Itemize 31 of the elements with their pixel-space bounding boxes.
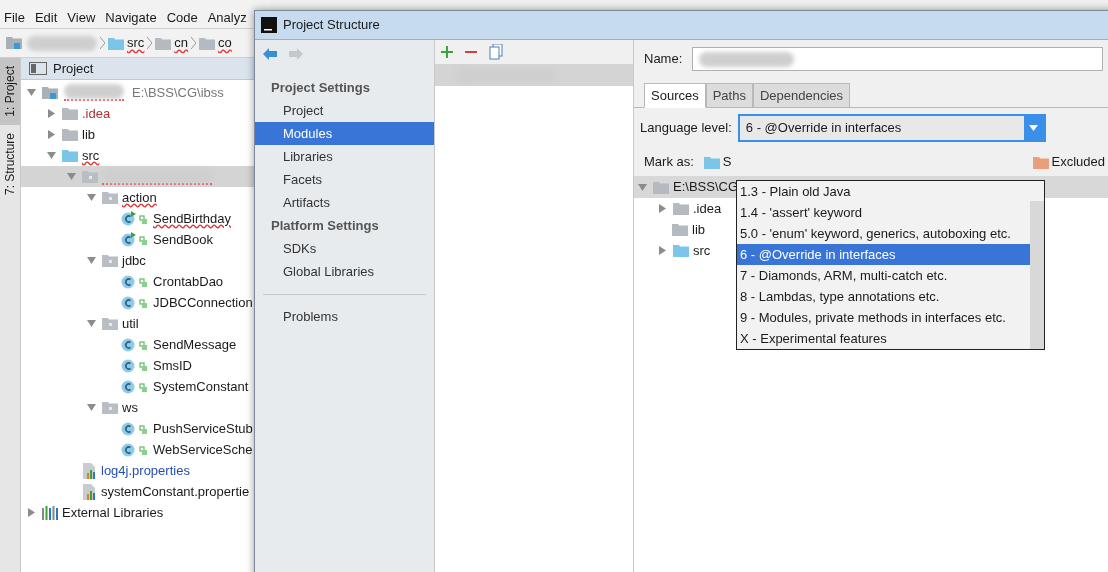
tree-label: src <box>82 146 100 165</box>
tree-label: SystemConstant <box>153 377 249 396</box>
tree-label: util <box>122 314 139 333</box>
tree-label: .idea <box>693 199 722 218</box>
tree-label: SendBirthday <box>153 209 232 228</box>
tree-label: systemConstant.propertie <box>101 482 250 501</box>
tree-label: SmsID <box>153 356 192 375</box>
tree-label: External Libraries <box>62 503 164 522</box>
tree-label: WebServiceSche <box>153 440 253 459</box>
tree-label: ws <box>122 398 138 417</box>
tree-label: jdbc <box>122 251 146 270</box>
tree-label: log4j.properties <box>101 461 190 480</box>
name-label: Name: <box>644 50 683 69</box>
tree-label: JDBCConnection <box>153 293 253 312</box>
tree-label: action <box>122 188 157 207</box>
tree-label: .idea <box>82 104 111 123</box>
tree-label: SendBook <box>153 230 213 249</box>
language-level-label: Language level: <box>640 119 732 138</box>
nav-section-header: Project Settings <box>270 78 371 97</box>
panel-title: Project <box>53 59 94 78</box>
tree-label: lib <box>692 220 705 239</box>
module-path: E:\BSS\CG\ibss <box>132 83 224 102</box>
nav-section-header: Platform Settings <box>270 216 380 235</box>
tree-label: PushServiceStub <box>153 419 253 438</box>
tree-label: CrontabDao <box>153 272 224 291</box>
tree-label: lib <box>82 125 95 144</box>
tree-label: SendMessage <box>153 335 237 354</box>
dialog-title: Project Structure <box>283 16 380 35</box>
tree-label: src <box>693 241 711 260</box>
content-root-path: E:\BSS\CG <box>673 178 739 197</box>
mark-as-label: Mark as: <box>644 153 694 172</box>
